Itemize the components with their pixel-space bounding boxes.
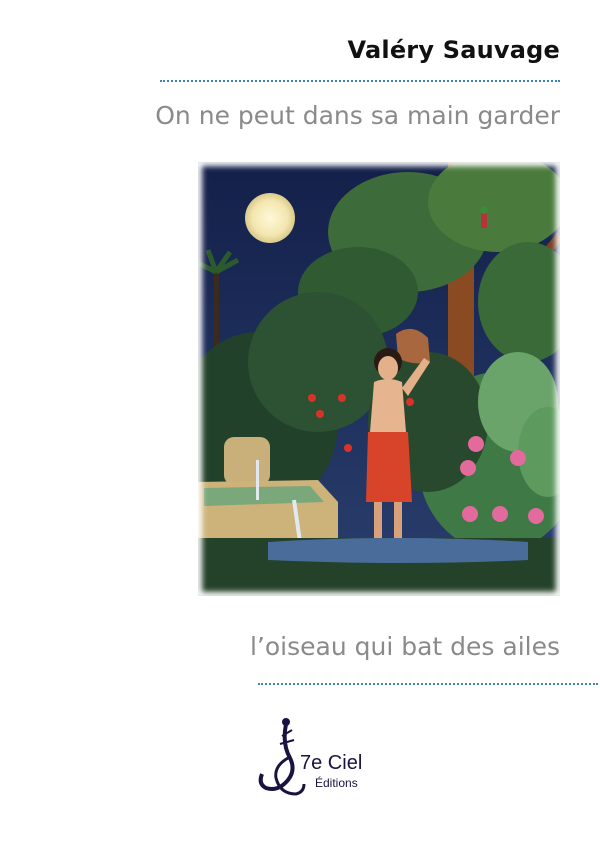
top-dotted-rule xyxy=(160,80,560,82)
bottom-dotted-rule xyxy=(258,683,598,685)
author-name: Valéry Sauvage xyxy=(347,36,560,64)
publisher-imprint: Éditions xyxy=(315,776,358,790)
moon xyxy=(245,193,295,243)
title-line-2: l’oiseau qui bat des ailes xyxy=(249,632,560,661)
title-line-1: On ne peut dans sa main garder xyxy=(155,101,560,130)
publisher-name: 7e Ciel xyxy=(300,752,363,774)
cover-painting xyxy=(198,162,560,596)
